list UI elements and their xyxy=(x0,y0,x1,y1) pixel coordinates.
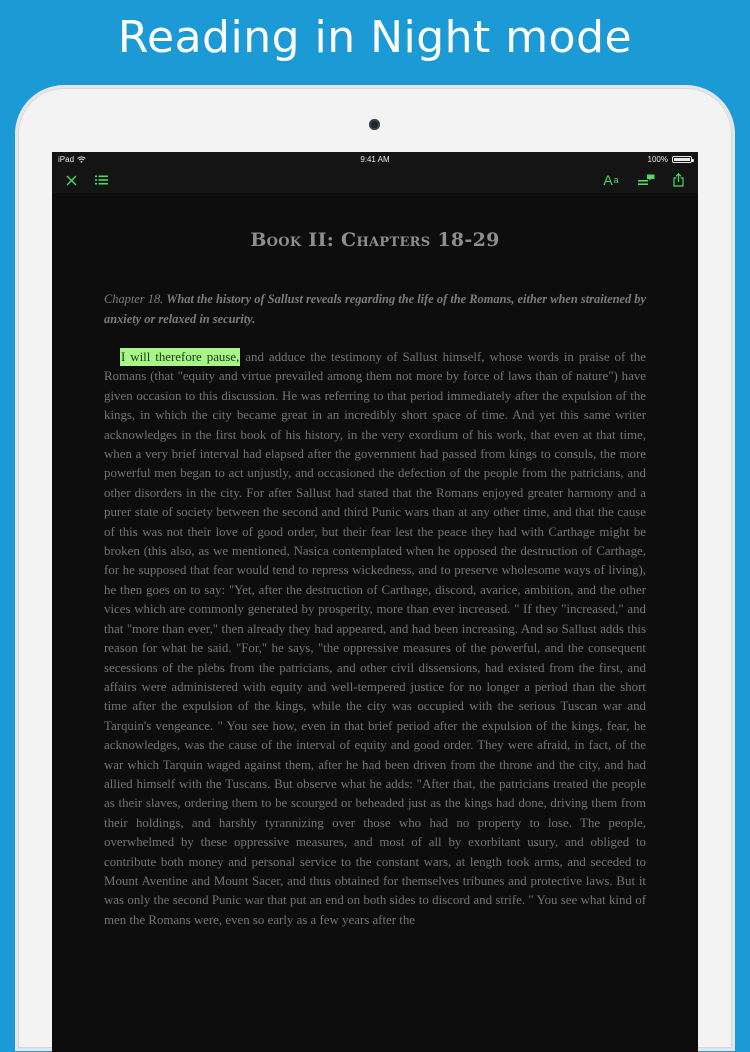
status-bar: iPad 9:41 AM 100% xyxy=(52,152,698,167)
notes-button[interactable] xyxy=(635,167,657,193)
table-of-contents-icon xyxy=(94,175,108,185)
font-label-large: A xyxy=(603,172,613,188)
chapter-body: I will therefore pause, and adduce the t… xyxy=(104,348,646,930)
table-of-contents-button[interactable] xyxy=(92,167,110,193)
notes-icon xyxy=(637,174,654,185)
book-page[interactable]: Book II: Chapters 18-29 Chapter 18. What… xyxy=(52,193,698,1052)
text-highlight[interactable]: I will therefore pause, xyxy=(120,348,241,366)
chapter-summary: What the history of Sallust reveals rega… xyxy=(104,292,646,326)
close-button[interactable] xyxy=(62,167,80,193)
close-icon xyxy=(66,175,76,185)
promo-headline: Reading in Night mode xyxy=(117,12,633,63)
ipad-device: iPad 9:41 AM 100% A a Book II: Chapters … xyxy=(18,88,732,1052)
share-icon xyxy=(672,173,684,187)
reader-toolbar: Aa xyxy=(52,167,698,193)
share-button[interactable] xyxy=(669,167,687,193)
front-camera xyxy=(369,119,380,130)
body-text: and adduce the testimony of Sallust hims… xyxy=(104,350,646,927)
book-title: Book II: Chapters 18-29 xyxy=(250,229,500,251)
status-right: 100% xyxy=(647,152,694,167)
chapter-label: Chapter 18. xyxy=(104,292,164,306)
status-time: 9:41 AM xyxy=(360,155,390,164)
battery-icon xyxy=(672,156,694,163)
font-label-small: a xyxy=(613,175,619,185)
chapter-heading: Chapter 18. What the history of Sallust … xyxy=(104,289,646,329)
font-settings-button[interactable]: Aa xyxy=(600,167,622,193)
reader-screen: iPad 9:41 AM 100% A a Book II: Chapters … xyxy=(52,152,698,1052)
battery-percent: 100% xyxy=(647,155,668,164)
